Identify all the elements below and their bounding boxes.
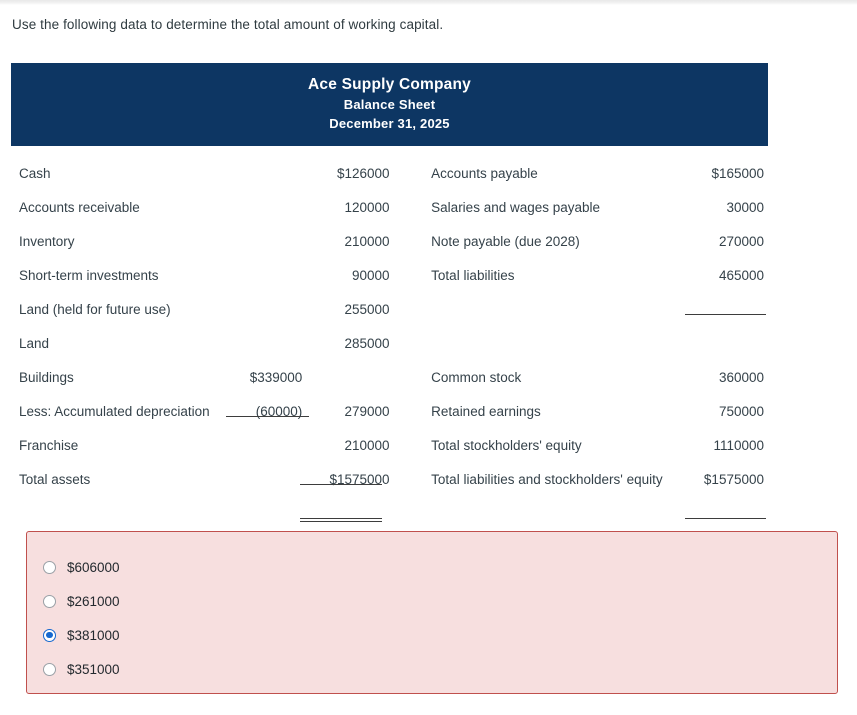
radio-button-icon[interactable]: [43, 560, 56, 574]
answer-option-3[interactable]: $351000: [43, 652, 837, 686]
liability-value: $1575000: [703, 471, 764, 487]
asset-label: Land (held for future use): [19, 301, 171, 317]
top-edge-band: [0, 0, 857, 5]
rule-total-liabilities: [685, 314, 766, 315]
table-row: Less: Accumulated depreciation (60000) 2…: [11, 394, 768, 428]
liability-label: Total liabilities: [431, 267, 515, 283]
liability-label: Total stockholders' equity: [431, 437, 582, 453]
answer-option-label: $261000: [67, 593, 120, 609]
table-row: Cash $126000 Accounts payable $165000: [11, 156, 768, 190]
liability-label: Total liabilities and stockholders' equi…: [431, 471, 663, 487]
balance-sheet-header: Ace Supply Company Balance Sheet Decembe…: [11, 63, 768, 146]
answer-option-1[interactable]: $261000: [43, 584, 837, 618]
liability-label: Retained earnings: [431, 403, 541, 419]
liability-label: Salaries and wages payable: [431, 199, 601, 215]
asset-label: Franchise: [19, 437, 79, 453]
table-row: Land 285000: [11, 326, 768, 360]
radio-button-icon[interactable]: [43, 662, 56, 676]
asset-value: 210000: [344, 437, 390, 453]
liability-value: 360000: [718, 369, 764, 385]
report-date: December 31, 2025: [329, 116, 450, 131]
asset-label: Cash: [19, 165, 51, 181]
table-row: Accounts receivable 120000 Salaries and …: [11, 190, 768, 224]
asset-value: 120000: [344, 199, 390, 215]
asset-value: 255000: [344, 301, 390, 317]
asset-value: 285000: [344, 335, 390, 351]
liability-value: 1110000: [713, 437, 764, 453]
question-prompt: Use the following data to determine the …: [12, 17, 444, 32]
liability-value: 270000: [718, 233, 764, 249]
liability-label: Accounts payable: [431, 165, 538, 181]
asset-label: Short-term investments: [19, 267, 159, 283]
company-name: Ace Supply Company: [308, 76, 471, 93]
asset-subvalue: $339000: [249, 369, 303, 385]
rule-accumulated-depreciation: [226, 416, 309, 417]
balance-sheet: Ace Supply Company Balance Sheet Decembe…: [11, 63, 768, 590]
liability-value: $165000: [711, 165, 764, 181]
balance-sheet-body: Cash $126000 Accounts payable $165000 Ac…: [11, 146, 768, 590]
asset-value: $126000: [336, 165, 390, 181]
liability-value: 465000: [718, 267, 764, 283]
report-title: Balance Sheet: [343, 97, 436, 112]
asset-value: 90000: [351, 267, 390, 283]
answer-option-label: $606000: [67, 559, 120, 575]
table-row: Total assets $1575000 Total liabilities …: [11, 462, 768, 496]
rule-total-assets-double: [300, 518, 382, 522]
asset-value: 279000: [344, 403, 390, 419]
asset-label: Land: [19, 335, 50, 351]
radio-button-icon[interactable]: [43, 628, 56, 642]
liability-value: 750000: [718, 403, 764, 419]
answer-option-2[interactable]: $381000: [43, 618, 837, 652]
table-row: Franchise 210000 Total stockholders' equ…: [11, 428, 768, 462]
asset-label: Accounts receivable: [19, 199, 140, 215]
table-row: Land (held for future use) 255000: [11, 292, 768, 326]
asset-label: Less: Accumulated depreciation: [19, 403, 210, 419]
table-row: Buildings $339000 Common stock 360000: [11, 360, 768, 394]
liability-label: Common stock: [431, 369, 522, 385]
answer-option-0[interactable]: $606000: [43, 550, 837, 584]
asset-value: 210000: [344, 233, 390, 249]
liability-label: Note payable (due 2028): [431, 233, 580, 249]
answer-choices-box: $606000 $261000 $381000 $351000: [26, 531, 838, 694]
asset-label: Inventory: [19, 233, 75, 249]
rule-total-assets: [300, 484, 382, 485]
radio-button-icon[interactable]: [43, 594, 56, 608]
asset-label: Total assets: [19, 471, 91, 487]
table-row: Short-term investments 90000 Total liabi…: [11, 258, 768, 292]
liability-value: 30000: [726, 199, 764, 215]
answer-option-label: $381000: [67, 627, 120, 643]
rule-total-equity: [685, 518, 766, 519]
asset-label: Buildings: [19, 369, 74, 385]
answer-option-label: $351000: [67, 661, 120, 677]
table-row: Inventory 210000 Note payable (due 2028)…: [11, 224, 768, 258]
